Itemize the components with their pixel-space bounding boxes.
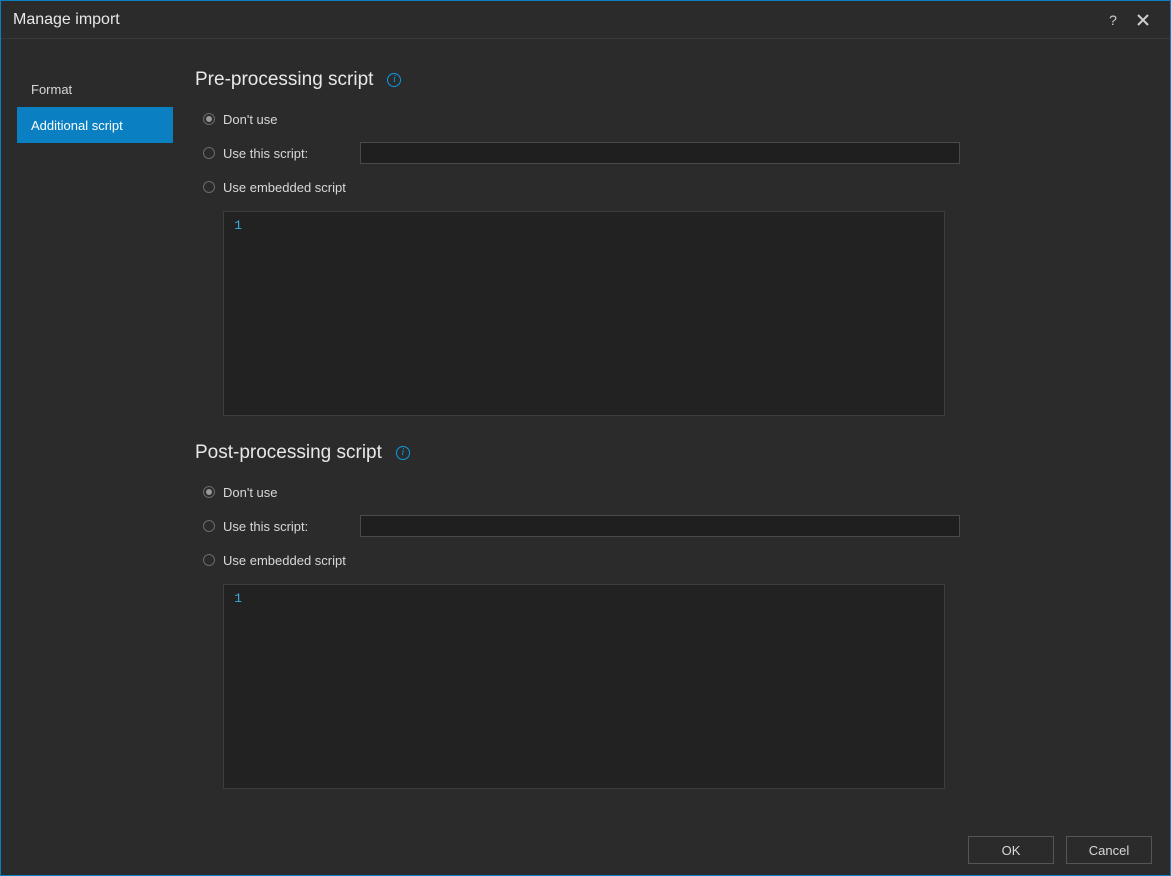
content-pane: Pre-processing script i Don't use Use th… (173, 39, 1170, 825)
radio-label[interactable]: Don't use (223, 112, 278, 127)
pre-processing-heading: Pre-processing script (195, 69, 373, 91)
window-title: Manage import (13, 11, 1098, 29)
editor-body[interactable] (248, 585, 944, 788)
radio-label[interactable]: Use this script: (223, 519, 308, 534)
sidebar-item-label: Format (31, 82, 72, 97)
sidebar-item-label: Additional script (31, 118, 123, 133)
help-icon[interactable]: ? (1098, 5, 1128, 35)
post-processing-heading: Post-processing script (195, 442, 382, 464)
post-radio-dont-use-row[interactable]: Don't use (203, 482, 1130, 502)
radio-use-embedded[interactable] (203, 554, 215, 566)
radio-label[interactable]: Use embedded script (223, 180, 346, 195)
cancel-button[interactable]: Cancel (1066, 836, 1152, 864)
pre-script-path-input[interactable] (360, 142, 960, 164)
info-icon[interactable]: i (387, 73, 401, 87)
close-icon[interactable] (1128, 5, 1158, 35)
pre-radio-use-this-row[interactable]: Use this script: (203, 143, 1130, 163)
radio-label[interactable]: Use embedded script (223, 553, 346, 568)
info-icon[interactable]: i (396, 446, 410, 460)
editor-body[interactable] (248, 212, 944, 415)
editor-gutter: 1 (224, 212, 248, 415)
radio-dont-use[interactable] (203, 486, 215, 498)
dialog-footer: OK Cancel (1, 825, 1170, 875)
sidebar: Format Additional script (1, 39, 173, 825)
radio-dont-use[interactable] (203, 113, 215, 125)
radio-label[interactable]: Don't use (223, 485, 278, 500)
pre-radio-dont-use-row[interactable]: Don't use (203, 109, 1130, 129)
radio-use-this[interactable] (203, 520, 215, 532)
sidebar-item-additional-script[interactable]: Additional script (17, 107, 173, 143)
post-processing-section: Post-processing script i Don't use Use t… (195, 442, 1130, 789)
sidebar-item-format[interactable]: Format (17, 71, 173, 107)
titlebar: Manage import ? (1, 1, 1170, 39)
post-radio-embedded-row[interactable]: Use embedded script (203, 550, 1130, 570)
editor-gutter: 1 (224, 585, 248, 788)
pre-processing-section: Pre-processing script i Don't use Use th… (195, 69, 1130, 416)
ok-button[interactable]: OK (968, 836, 1054, 864)
pre-embedded-editor[interactable]: 1 (223, 211, 945, 416)
pre-radio-embedded-row[interactable]: Use embedded script (203, 177, 1130, 197)
radio-label[interactable]: Use this script: (223, 146, 308, 161)
radio-use-this[interactable] (203, 147, 215, 159)
radio-use-embedded[interactable] (203, 181, 215, 193)
post-script-path-input[interactable] (360, 515, 960, 537)
post-embedded-editor[interactable]: 1 (223, 584, 945, 789)
post-radio-use-this-row[interactable]: Use this script: (203, 516, 1130, 536)
